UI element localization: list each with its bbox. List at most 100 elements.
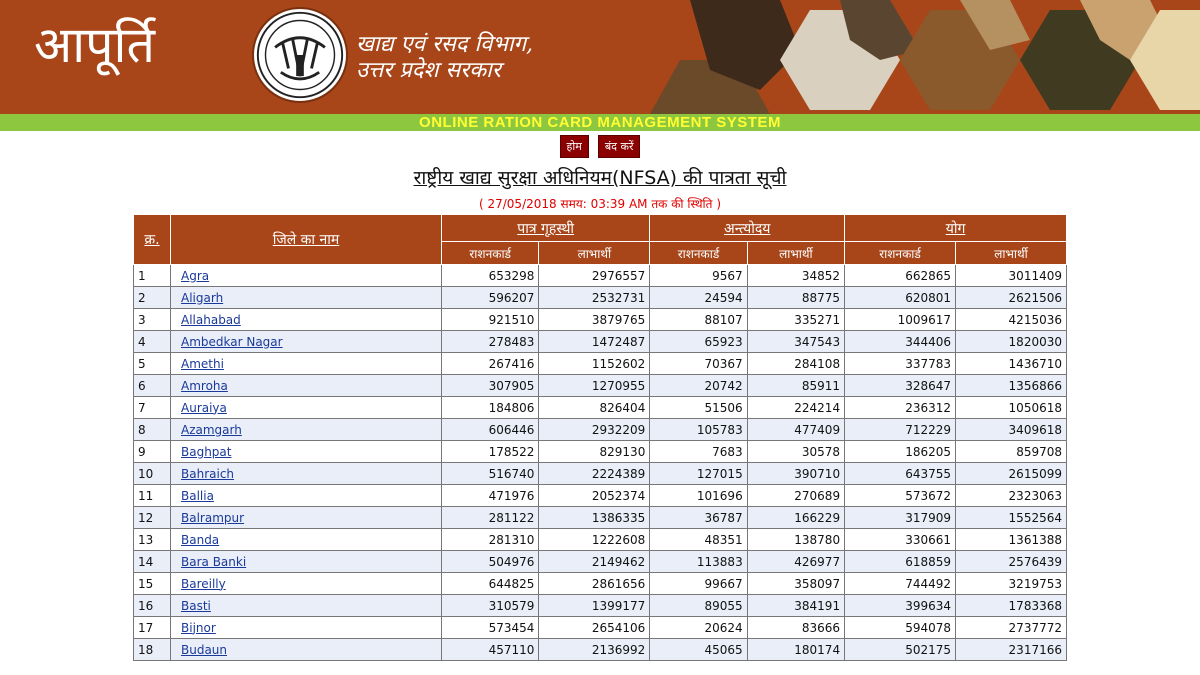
- row-serial: 18: [133, 638, 171, 661]
- total-beneficiary-count: 2323063: [955, 484, 1067, 507]
- total-card-count: 399634: [844, 594, 957, 617]
- district-link[interactable]: Allahabad: [181, 313, 241, 327]
- antyodaya-card-count: 24594: [649, 286, 748, 309]
- antyodaya-card-count: 88107: [649, 308, 748, 331]
- row-district-cell: Ambedkar Nagar: [170, 330, 442, 353]
- antyodaya-card-count: 101696: [649, 484, 748, 507]
- department-line-1: खाद्य एवं रसद विभाग,: [356, 32, 533, 57]
- table-body: 1 Agra 653298 2976557 9567 34852 662865 3011409…: [133, 264, 1067, 661]
- district-link[interactable]: Bahraich: [181, 467, 234, 481]
- antyodaya-card-count: 36787: [649, 506, 748, 529]
- district-link[interactable]: Baghpat: [181, 445, 231, 459]
- district-link[interactable]: Azamgarh: [181, 423, 242, 437]
- table-row: 11 Ballia 471976 2052374 101696 270689 573672 2…: [133, 484, 1067, 507]
- antyodaya-beneficiary-count: 166229: [746, 506, 846, 529]
- sub-header-beneficiary: लाभार्थी: [746, 241, 846, 265]
- antyodaya-beneficiary-count: 390710: [746, 462, 846, 485]
- row-district-cell: Basti: [170, 594, 442, 617]
- row-serial: 2: [133, 286, 171, 309]
- group-header-antyodaya-text: अन्त्योदय: [724, 220, 771, 237]
- eligible-card-count: 310579: [440, 594, 540, 617]
- total-card-count: 643755: [844, 462, 957, 485]
- table-row: 3 Allahabad 921510 3879765 88107 335271 100961…: [133, 308, 1067, 331]
- total-card-count: 317909: [844, 506, 957, 529]
- sub-header-beneficiary: लाभार्थी: [955, 241, 1067, 265]
- col-header-district-text: जिले का नाम: [272, 232, 340, 248]
- sub-header-card: राशनकार्ड: [440, 241, 540, 265]
- table-row: 5 Amethi 267416 1152602 70367 284108 337783 143…: [133, 352, 1067, 375]
- total-card-count: 344406: [844, 330, 957, 353]
- district-link[interactable]: Amethi: [181, 357, 224, 371]
- col-header-sn: क्र.: [133, 214, 171, 265]
- row-serial: 6: [133, 374, 171, 397]
- row-district-cell: Budaun: [170, 638, 442, 661]
- district-link[interactable]: Budaun: [181, 643, 227, 657]
- antyodaya-card-count: 9567: [649, 264, 748, 287]
- eligible-card-count: 281310: [440, 528, 540, 551]
- antyodaya-beneficiary-count: 83666: [746, 616, 846, 639]
- total-card-count: 662865: [844, 264, 957, 287]
- row-district-cell: Baghpat: [170, 440, 442, 463]
- table-row: 13 Banda 281310 1222608 48351 138780 330661 136…: [133, 528, 1067, 551]
- total-beneficiary-count: 1361388: [955, 528, 1067, 551]
- page-title-text: राष्ट्रीय खाद्य सुरक्षा अधिनियम(NFSA) की…: [413, 167, 787, 189]
- total-card-count: 620801: [844, 286, 957, 309]
- eligible-card-count: 307905: [440, 374, 540, 397]
- district-link[interactable]: Aligarh: [181, 291, 223, 305]
- district-link[interactable]: Bara Banki: [181, 555, 246, 569]
- antyodaya-beneficiary-count: 34852: [746, 264, 846, 287]
- close-button[interactable]: बंद करें: [597, 135, 641, 158]
- eligible-beneficiary-count: 829130: [538, 440, 651, 463]
- total-card-count: 328647: [844, 374, 957, 397]
- row-serial: 7: [133, 396, 171, 419]
- district-link[interactable]: Bijnor: [181, 621, 216, 635]
- row-serial: 17: [133, 616, 171, 639]
- district-link[interactable]: Ballia: [181, 489, 214, 503]
- antyodaya-card-count: 127015: [649, 462, 748, 485]
- row-serial: 10: [133, 462, 171, 485]
- district-link[interactable]: Auraiya: [181, 401, 227, 415]
- district-link[interactable]: Basti: [181, 599, 211, 613]
- eligible-beneficiary-count: 1386335: [538, 506, 651, 529]
- up-emblem-logo: [252, 7, 348, 103]
- antyodaya-beneficiary-count: 426977: [746, 550, 846, 573]
- eligible-card-count: 178522: [440, 440, 540, 463]
- table-row: 12 Balrampur 281122 1386335 36787 166229 31790…: [133, 506, 1067, 529]
- row-district-cell: Agra: [170, 264, 442, 287]
- table-row: 9 Baghpat 178522 829130 7683 30578 186205 85970…: [133, 440, 1067, 463]
- eligible-card-count: 267416: [440, 352, 540, 375]
- total-beneficiary-count: 2737772: [955, 616, 1067, 639]
- table-row: 17 Bijnor 573454 2654106 20624 83666 594078 273…: [133, 616, 1067, 639]
- site-header: आपूर्ति खाद्य एवं रसद विभाग, उत्तर प्रदे…: [0, 0, 1200, 114]
- col-header-sn-text: क्र.: [144, 232, 160, 248]
- total-beneficiary-count: 859708: [955, 440, 1067, 463]
- district-link[interactable]: Ambedkar Nagar: [181, 335, 283, 349]
- district-link[interactable]: Balrampur: [181, 511, 244, 525]
- eligible-beneficiary-count: 2136992: [538, 638, 651, 661]
- eligible-beneficiary-count: 2976557: [538, 264, 651, 287]
- antyodaya-beneficiary-count: 85911: [746, 374, 846, 397]
- eligible-beneficiary-count: 1270955: [538, 374, 651, 397]
- district-link[interactable]: Amroha: [181, 379, 228, 393]
- total-beneficiary-count: 2615099: [955, 462, 1067, 485]
- row-district-cell: Bareilly: [170, 572, 442, 595]
- district-link[interactable]: Bareilly: [181, 577, 226, 591]
- antyodaya-beneficiary-count: 358097: [746, 572, 846, 595]
- eligible-beneficiary-count: 2052374: [538, 484, 651, 507]
- row-district-cell: Amethi: [170, 352, 442, 375]
- row-district-cell: Aligarh: [170, 286, 442, 309]
- table-row: 1 Agra 653298 2976557 9567 34852 662865 3011409: [133, 264, 1067, 287]
- table-row: 4 Ambedkar Nagar 278483 1472487 65923 347543 3…: [133, 330, 1067, 353]
- group-header-eligible-household-text: पात्र गृहस्थी: [517, 220, 575, 237]
- row-serial: 11: [133, 484, 171, 507]
- eligible-beneficiary-count: 2654106: [538, 616, 651, 639]
- district-link[interactable]: Agra: [181, 269, 209, 283]
- total-beneficiary-count: 1820030: [955, 330, 1067, 353]
- home-button[interactable]: होम: [559, 135, 589, 158]
- row-serial: 13: [133, 528, 171, 551]
- total-card-count: 712229: [844, 418, 957, 441]
- table-row: 6 Amroha 307905 1270955 20742 85911 328647 1356…: [133, 374, 1067, 397]
- antyodaya-card-count: 7683: [649, 440, 748, 463]
- district-link[interactable]: Banda: [181, 533, 219, 547]
- antyodaya-beneficiary-count: 347543: [746, 330, 846, 353]
